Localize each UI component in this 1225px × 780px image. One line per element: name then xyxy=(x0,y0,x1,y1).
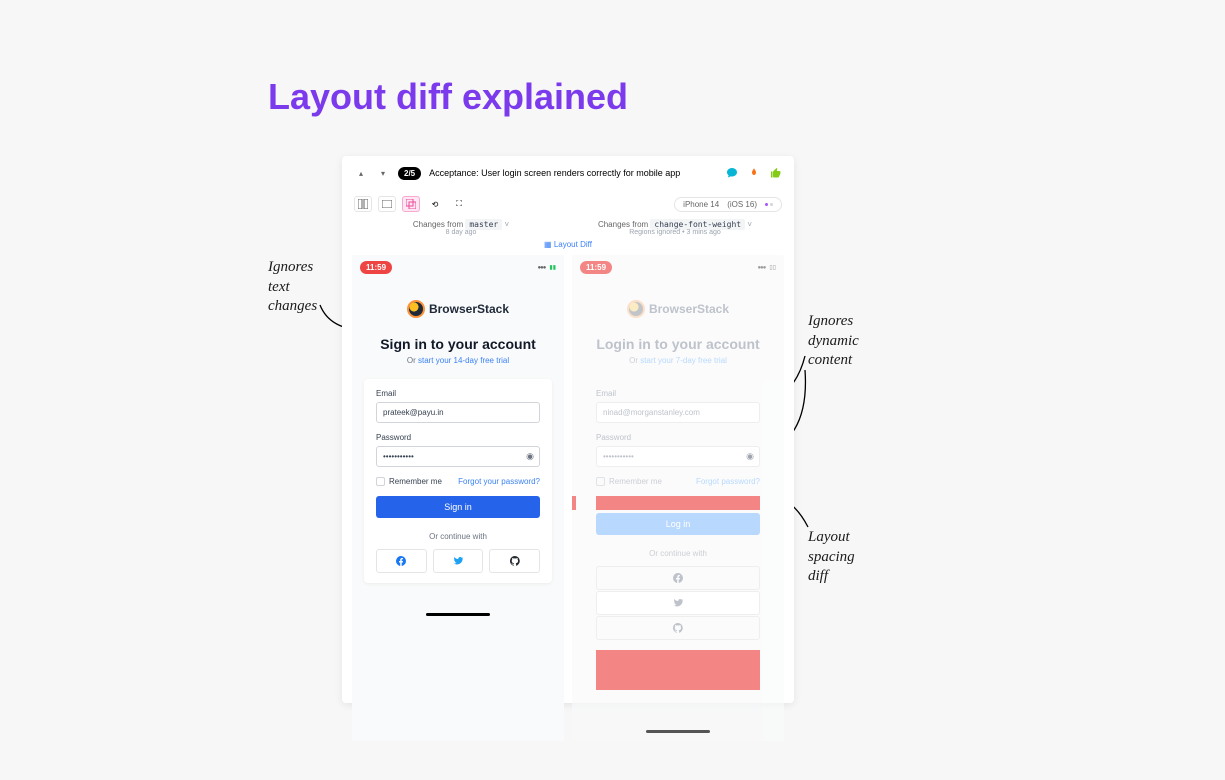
eye-icon[interactable]: ◉ xyxy=(746,451,754,462)
remember-label: Remember me xyxy=(609,477,662,486)
annotation-spacing: Layout spacing diff xyxy=(808,528,855,587)
diff-marker-left xyxy=(572,496,576,510)
diff-highlight-bottom xyxy=(596,650,760,690)
time-pill: 11:59 xyxy=(360,261,392,274)
twitter-button[interactable] xyxy=(596,591,760,615)
tool-refresh[interactable]: ⟲ xyxy=(426,196,444,212)
battery-icon: ▯▯ xyxy=(769,265,776,271)
forgot-link[interactable]: Forgot your password? xyxy=(458,477,540,486)
device-os: (iOS 16) xyxy=(727,200,757,209)
email-input[interactable]: ninad@morganstanley.com xyxy=(596,402,760,423)
test-name: Acceptance: User login screen renders co… xyxy=(429,168,680,178)
email-input[interactable]: prateek@payu.in xyxy=(376,402,540,423)
battery-icon: ▮▮ xyxy=(549,265,556,271)
annotation-dynamic-content: Ignores dynamic content xyxy=(808,312,859,371)
browserstack-logo-icon xyxy=(407,300,425,318)
flame-icon[interactable] xyxy=(748,167,760,179)
remember-checkbox[interactable] xyxy=(376,477,385,486)
facebook-button[interactable] xyxy=(376,549,427,573)
layout-diff-link[interactable]: ▦ Layout Diff xyxy=(342,240,794,255)
brand-text: BrowserStack xyxy=(649,302,729,316)
tool-columns[interactable] xyxy=(354,196,372,212)
meta-left: 8 day ago xyxy=(354,229,568,236)
password-input[interactable]: ••••••••••• xyxy=(376,446,540,467)
time-pill: 11:59 xyxy=(580,261,612,274)
signin-button[interactable]: Log in xyxy=(596,513,760,535)
meta-right: Regions ignored • 3 mins ago xyxy=(568,229,782,236)
diff-highlight xyxy=(596,496,760,510)
headline: Sign in to your account xyxy=(352,336,564,352)
tool-expand[interactable]: ⛶ xyxy=(450,196,468,212)
mockup-baseline: 11:59 ●●●▮▮ BrowserStack Sign in to your… xyxy=(352,255,564,741)
page-title: Layout diff explained xyxy=(268,76,628,118)
tool-overlay[interactable] xyxy=(402,196,420,212)
signin-button[interactable]: Sign in xyxy=(376,496,540,518)
prev-arrow[interactable]: ▴ xyxy=(354,166,368,180)
continue-text: Or continue with xyxy=(596,549,760,558)
email-label: Email xyxy=(596,389,760,398)
diff-panel: ▴ ▾ 2/5 Acceptance: User login screen re… xyxy=(342,156,794,703)
changes-left: Changes from master ˅ xyxy=(354,220,568,229)
sub-text: Or start your 14-day free trial xyxy=(352,356,564,365)
device-selector[interactable]: iPhone 14 (iOS 16) xyxy=(674,197,782,212)
tool-single[interactable] xyxy=(378,196,396,212)
remember-checkbox[interactable] xyxy=(596,477,605,486)
password-label: Password xyxy=(376,433,540,442)
twitter-button[interactable] xyxy=(433,549,484,573)
topbar: ▴ ▾ 2/5 Acceptance: User login screen re… xyxy=(342,156,794,190)
trial-link[interactable]: start your 7-day free trial xyxy=(640,356,727,365)
continue-text: Or continue with xyxy=(376,532,540,541)
remember-label: Remember me xyxy=(389,477,442,486)
brand-text: BrowserStack xyxy=(429,302,509,316)
counter: 2/5 xyxy=(398,167,421,180)
device-name: iPhone 14 xyxy=(683,200,719,209)
forgot-link[interactable]: Forgot password? xyxy=(696,477,760,486)
mockup-comparison: 11:59 ●●●▯▯ BrowserStack Login in to you… xyxy=(572,255,784,741)
chat-icon[interactable] xyxy=(726,167,738,179)
changes-right: Changes from change-font-weight ˅ xyxy=(568,220,782,229)
github-button[interactable] xyxy=(489,549,540,573)
thumbs-up-icon[interactable] xyxy=(770,167,782,179)
diff-highlight-twitter xyxy=(596,594,760,612)
browserstack-logo-icon xyxy=(627,300,645,318)
next-arrow[interactable]: ▾ xyxy=(376,166,390,180)
sub-text: Or start your 7-day free trial xyxy=(572,356,784,365)
password-input[interactable]: ••••••••••• xyxy=(596,446,760,467)
eye-icon[interactable]: ◉ xyxy=(526,451,534,462)
home-indicator xyxy=(426,613,490,616)
email-label: Email xyxy=(376,389,540,398)
github-button[interactable] xyxy=(596,616,760,640)
toolbar: ⟲ ⛶ iPhone 14 (iOS 16) xyxy=(342,190,794,218)
headline: Login in to your account xyxy=(572,336,784,352)
home-indicator xyxy=(646,730,710,733)
trial-link[interactable]: start your 14-day free trial xyxy=(418,356,509,365)
password-label: Password xyxy=(596,433,760,442)
facebook-button[interactable] xyxy=(596,566,760,590)
